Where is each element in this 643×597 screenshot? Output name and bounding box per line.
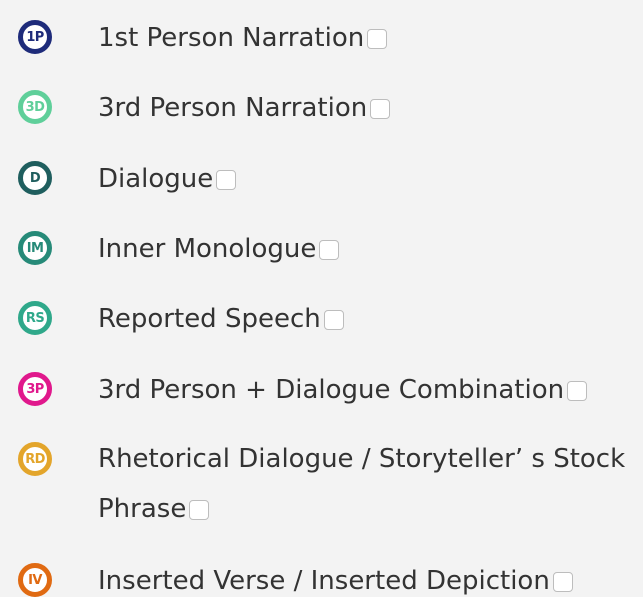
badge-text: IM	[26, 240, 44, 256]
inserted-verse-checkbox[interactable]	[552, 572, 573, 592]
legend-item-third-person-dialogue-combination: 3P 3rd Person + Dialogue Combination	[0, 369, 643, 421]
legend-item-text: 3rd Person Narration	[98, 93, 368, 123]
legend-item-label: 3rd Person Narration	[98, 82, 643, 134]
first-person-badge-icon: 1P	[18, 20, 52, 54]
legend-item-text: 1st Person Narration	[98, 23, 365, 53]
legend-item-text: Rhetorical Dialogue / Storyteller’ s Sto…	[98, 444, 626, 524]
badge-text: D	[29, 170, 41, 186]
legend-item-label: 3rd Person + Dialogue Combination	[98, 364, 643, 416]
third-person-dialogue-badge-icon: 3P	[18, 372, 52, 406]
badge-text: IV	[28, 572, 42, 588]
legend-item-first-person-narration: 1P 1st Person Narration	[0, 17, 643, 69]
dialogue-checkbox[interactable]	[216, 170, 237, 190]
reported-speech-checkbox[interactable]	[323, 310, 344, 330]
legend-item-label: Reported Speech	[98, 293, 643, 345]
legend-item-third-person-narration: 3D 3rd Person Narration	[0, 87, 643, 139]
narration-legend: 1P 1st Person Narration 3D 3rd Person Na…	[0, 0, 643, 597]
inserted-verse-badge-icon: IV	[18, 563, 52, 597]
legend-item-label: Inner Monologue	[98, 223, 643, 275]
legend-item-text: Dialogue	[98, 164, 214, 194]
legend-item-label: Rhetorical Dialogue / Storyteller’ s Sto…	[98, 434, 643, 534]
badge-text: RS	[25, 310, 45, 326]
legend-item-dialogue: D Dialogue	[0, 158, 643, 210]
badge-text: 3D	[25, 99, 45, 115]
rhetorical-dialogue-checkbox[interactable]	[189, 500, 210, 520]
legend-item-text: Inserted Verse / Inserted Depiction	[98, 566, 550, 596]
third-person-badge-icon: 3D	[18, 90, 52, 124]
legend-item-rhetorical-dialogue: RD Rhetorical Dialogue / Storyteller’ s …	[0, 439, 643, 539]
legend-item-text: 3rd Person + Dialogue Combination	[98, 375, 565, 405]
legend-item-text: Inner Monologue	[98, 234, 317, 264]
badge-text: 1P	[26, 29, 44, 45]
third-person-narration-checkbox[interactable]	[370, 99, 391, 119]
inner-monologue-badge-icon: IM	[18, 231, 52, 265]
legend-item-label: Inserted Verse / Inserted Depiction	[98, 555, 643, 597]
reported-speech-badge-icon: RS	[18, 301, 52, 335]
third-person-dialogue-combination-checkbox[interactable]	[567, 381, 588, 401]
inner-monologue-checkbox[interactable]	[319, 240, 340, 260]
legend-item-inner-monologue: IM Inner Monologue	[0, 228, 643, 280]
dialogue-badge-icon: D	[18, 161, 52, 195]
badge-text: RD	[25, 451, 45, 467]
rhetorical-dialogue-badge-icon: RD	[18, 442, 52, 476]
legend-item-label: Dialogue	[98, 153, 643, 205]
first-person-narration-checkbox[interactable]	[367, 29, 388, 49]
legend-item-inserted-verse: IV Inserted Verse / Inserted Depiction	[0, 560, 643, 597]
legend-item-reported-speech: RS Reported Speech	[0, 298, 643, 350]
legend-item-label: 1st Person Narration	[98, 12, 643, 64]
legend-item-text: Reported Speech	[98, 304, 321, 334]
badge-text: 3P	[26, 381, 44, 397]
